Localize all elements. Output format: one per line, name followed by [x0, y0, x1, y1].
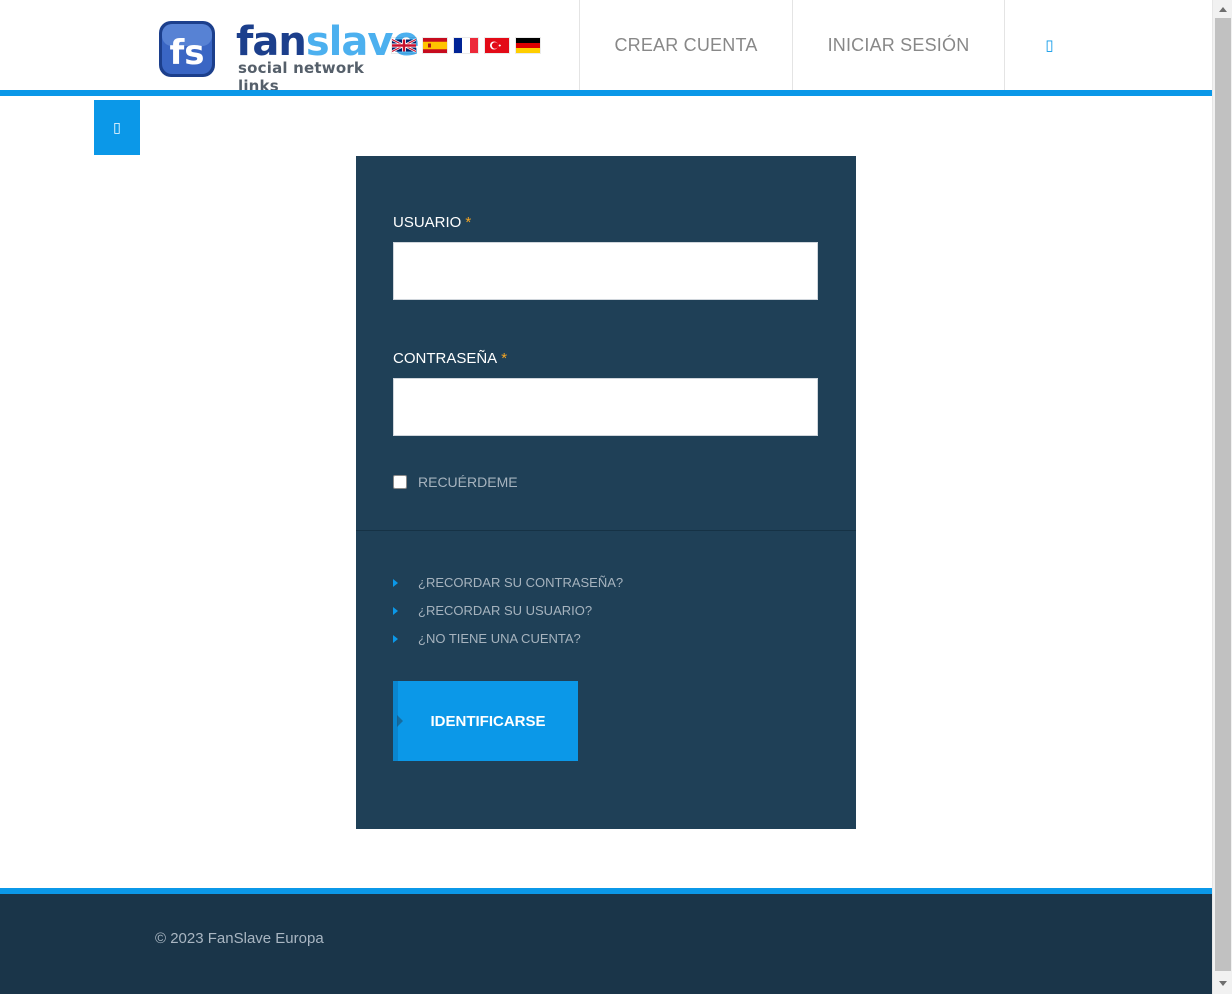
username-label: USUARIO * — [393, 214, 472, 231]
username-input[interactable] — [393, 242, 818, 300]
required-mark: * — [501, 350, 508, 367]
link-text[interactable]: ¿RECORDAR SU USUARIO? — [418, 603, 592, 618]
german-flag-icon[interactable] — [516, 38, 540, 53]
help-links: ¿RECORDAR SU CONTRASEÑA? ¿RECORDAR SU US… — [393, 568, 623, 652]
main-nav: CREAR CUENTA INICIAR SESIÓN ▯ — [579, 0, 1094, 90]
link-text[interactable]: ¿RECORDAR SU CONTRASEÑA? — [418, 575, 623, 590]
spanish-flag-icon[interactable] — [423, 38, 447, 53]
menu-toggle-button[interactable]: ▯ — [94, 100, 140, 155]
link-forgot-password[interactable]: ¿RECORDAR SU CONTRASEÑA? — [393, 568, 623, 596]
remember-checkbox[interactable] — [393, 475, 407, 489]
nav-create-account[interactable]: CREAR CUENTA — [579, 0, 792, 90]
caret-right-icon — [393, 579, 398, 587]
site-logo[interactable]: fs fanslave social network links — [158, 18, 420, 95]
menu-icon: ▯ — [113, 119, 121, 135]
scroll-up-icon[interactable] — [1219, 7, 1227, 12]
french-flag-icon[interactable] — [454, 38, 478, 53]
password-label: CONTRASEÑA * — [393, 350, 508, 367]
vertical-scrollbar[interactable] — [1212, 0, 1232, 994]
password-input[interactable] — [393, 378, 818, 436]
scroll-down-icon[interactable] — [1219, 981, 1227, 986]
login-panel: USUARIO * CONTRASEÑA * RECUÉRDEME ¿RECORDA… — [356, 156, 856, 829]
user-icon[interactable]: ▯ — [1004, 0, 1094, 90]
english-flag-icon[interactable] — [392, 38, 416, 53]
caret-right-icon — [393, 635, 398, 643]
page: fs fanslave social network links CREAR C… — [0, 0, 1212, 994]
copyright-text: © 2023 FanSlave Europa — [155, 930, 324, 947]
site-footer: © 2023 FanSlave Europa — [0, 894, 1212, 994]
remember-me: RECUÉRDEME — [393, 474, 518, 490]
fanslave-logo-icon: fs — [159, 21, 215, 77]
remember-label[interactable]: RECUÉRDEME — [418, 474, 518, 490]
link-no-account[interactable]: ¿NO TIENE UNA CUENTA? — [393, 624, 623, 652]
panel-divider — [356, 530, 856, 531]
turkish-flag-icon[interactable] — [485, 38, 509, 53]
scroll-thumb[interactable] — [1215, 18, 1231, 971]
nav-login[interactable]: INICIAR SESIÓN — [792, 0, 1004, 90]
link-text[interactable]: ¿NO TIENE UNA CUENTA? — [418, 631, 581, 646]
login-submit-button[interactable]: IDENTIFICARSE — [393, 681, 578, 761]
header-accent-bar — [0, 90, 1212, 96]
caret-right-icon — [393, 607, 398, 615]
link-forgot-username[interactable]: ¿RECORDAR SU USUARIO? — [393, 596, 623, 624]
required-mark: * — [465, 214, 472, 231]
svg-text:fs: fs — [169, 33, 204, 73]
site-header: fs fanslave social network links CREAR C… — [0, 0, 1212, 95]
language-selector — [392, 38, 540, 53]
